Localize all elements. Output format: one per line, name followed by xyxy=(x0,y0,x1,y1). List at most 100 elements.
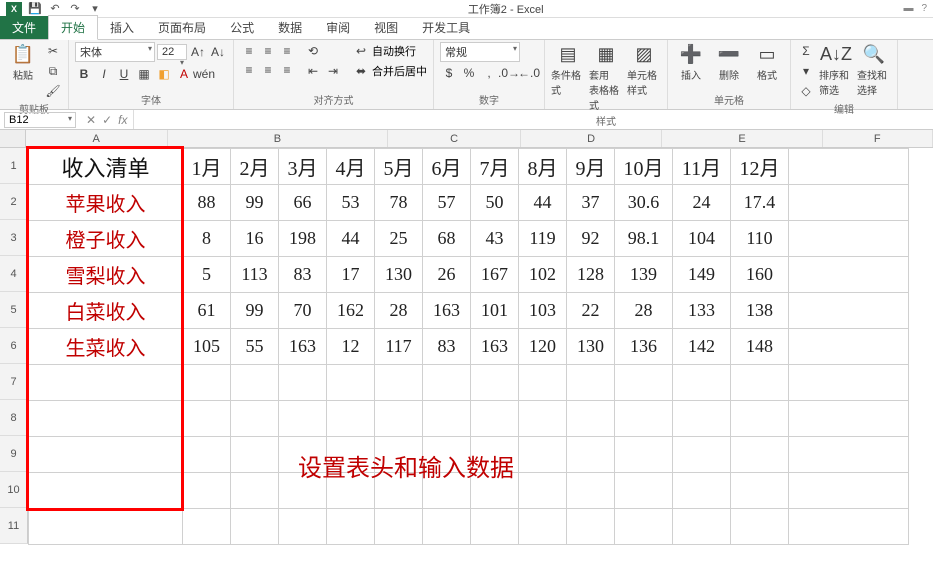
blank-cell[interactable] xyxy=(519,473,567,509)
blank-cell[interactable] xyxy=(231,473,279,509)
tab-formulas[interactable]: 公式 xyxy=(218,16,266,39)
data-cell[interactable]: 24 xyxy=(673,185,731,221)
data-cell[interactable]: 22 xyxy=(567,293,615,329)
data-cell[interactable]: 113 xyxy=(231,257,279,293)
row-header[interactable]: 10 xyxy=(0,472,28,508)
row-header[interactable]: 6 xyxy=(0,328,28,364)
col-header-B[interactable]: B xyxy=(168,130,389,147)
increase-font-icon[interactable]: A↑ xyxy=(189,43,207,61)
col-header-A[interactable]: A xyxy=(26,130,168,147)
blank-cell[interactable] xyxy=(731,509,789,545)
month-header[interactable]: 11月 xyxy=(673,149,731,185)
merge-center-icon[interactable]: ⬌ xyxy=(352,62,370,80)
help-icon[interactable]: ? xyxy=(921,3,927,14)
format-cells-button[interactable]: ▭格式 xyxy=(750,42,784,82)
data-cell[interactable]: 167 xyxy=(471,257,519,293)
align-middle-icon[interactable]: ≡ xyxy=(259,42,277,60)
month-header[interactable]: 9月 xyxy=(567,149,615,185)
data-cell[interactable]: 102 xyxy=(519,257,567,293)
tab-page-layout[interactable]: 页面布局 xyxy=(146,16,218,39)
data-cell[interactable]: 43 xyxy=(471,221,519,257)
delete-cells-button[interactable]: ➖删除 xyxy=(712,42,746,82)
row-header[interactable]: 11 xyxy=(0,508,28,544)
data-cell[interactable]: 163 xyxy=(423,293,471,329)
blank-cell[interactable] xyxy=(375,509,423,545)
align-center-icon[interactable]: ≡ xyxy=(259,61,277,79)
data-cell[interactable]: 12 xyxy=(327,329,375,365)
row-header[interactable]: 3 xyxy=(0,220,28,256)
data-cell[interactable]: 37 xyxy=(567,185,615,221)
blank-cell[interactable] xyxy=(423,365,471,401)
fx-icon[interactable]: fx xyxy=(118,113,127,127)
blank-cell[interactable] xyxy=(231,365,279,401)
month-header[interactable]: 12月 xyxy=(731,149,789,185)
month-header[interactable]: 2月 xyxy=(231,149,279,185)
sort-filter-button[interactable]: A↓Z排序和筛选 xyxy=(819,42,853,97)
data-cell[interactable]: 83 xyxy=(423,329,471,365)
data-cell[interactable]: 149 xyxy=(673,257,731,293)
blank-cell[interactable] xyxy=(789,293,909,329)
blank-cell[interactable] xyxy=(673,437,731,473)
table-title-cell[interactable]: 收入清单 xyxy=(29,149,183,185)
decrease-decimal-icon[interactable]: ←.0 xyxy=(520,64,538,82)
data-cell[interactable]: 163 xyxy=(471,329,519,365)
row-label-cell[interactable]: 橙子收入 xyxy=(29,221,183,257)
month-header[interactable]: 6月 xyxy=(423,149,471,185)
data-cell[interactable]: 148 xyxy=(731,329,789,365)
data-cell[interactable]: 28 xyxy=(615,293,673,329)
tab-review[interactable]: 审阅 xyxy=(314,16,362,39)
blank-cell[interactable] xyxy=(375,365,423,401)
blank-cell[interactable] xyxy=(29,437,183,473)
col-header-C[interactable]: C xyxy=(388,130,521,147)
data-cell[interactable]: 98.1 xyxy=(615,221,673,257)
increase-decimal-icon[interactable]: .0→ xyxy=(500,64,518,82)
underline-button[interactable]: U xyxy=(115,65,133,83)
month-header[interactable]: 5月 xyxy=(375,149,423,185)
blank-cell[interactable] xyxy=(567,509,615,545)
border-icon[interactable]: ▦ xyxy=(135,65,153,83)
undo-icon[interactable]: ↶ xyxy=(48,2,62,16)
data-cell[interactable]: 138 xyxy=(731,293,789,329)
blank-cell[interactable] xyxy=(615,437,673,473)
data-cell[interactable]: 142 xyxy=(673,329,731,365)
blank-cell[interactable] xyxy=(567,365,615,401)
data-cell[interactable]: 57 xyxy=(423,185,471,221)
data-cell[interactable]: 136 xyxy=(615,329,673,365)
data-cell[interactable]: 70 xyxy=(279,293,327,329)
blank-cell[interactable] xyxy=(567,437,615,473)
blank-cell[interactable] xyxy=(731,473,789,509)
formula-input[interactable] xyxy=(133,110,933,129)
decrease-font-icon[interactable]: A↓ xyxy=(209,43,227,61)
clear-icon[interactable]: ◇ xyxy=(797,82,815,100)
row-header[interactable]: 2 xyxy=(0,184,28,220)
percent-icon[interactable]: % xyxy=(460,64,478,82)
tab-data[interactable]: 数据 xyxy=(266,16,314,39)
data-cell[interactable]: 130 xyxy=(375,257,423,293)
blank-cell[interactable] xyxy=(789,257,909,293)
blank-cell[interactable] xyxy=(471,509,519,545)
fill-icon[interactable]: ▾ xyxy=(797,62,815,80)
col-header-E[interactable]: E xyxy=(662,130,822,147)
blank-cell[interactable] xyxy=(183,365,231,401)
phonetic-icon[interactable]: wén xyxy=(195,65,213,83)
data-cell[interactable]: 44 xyxy=(519,185,567,221)
bold-button[interactable]: B xyxy=(75,65,93,83)
data-cell[interactable]: 61 xyxy=(183,293,231,329)
month-header[interactable]: 10月 xyxy=(615,149,673,185)
blank-cell[interactable] xyxy=(673,401,731,437)
paste-button[interactable]: 📋 粘贴 xyxy=(6,42,40,82)
blank-cell[interactable] xyxy=(519,437,567,473)
align-right-icon[interactable]: ≡ xyxy=(278,61,296,79)
row-label-cell[interactable]: 白菜收入 xyxy=(29,293,183,329)
blank-cell[interactable] xyxy=(673,365,731,401)
blank-cell[interactable] xyxy=(519,365,567,401)
select-all-corner[interactable] xyxy=(0,130,26,147)
comma-icon[interactable]: , xyxy=(480,64,498,82)
blank-cell[interactable] xyxy=(29,401,183,437)
row-label-cell[interactable]: 生菜收入 xyxy=(29,329,183,365)
month-header[interactable]: 1月 xyxy=(183,149,231,185)
copy-icon[interactable]: ⧉ xyxy=(44,62,62,80)
data-cell[interactable]: 198 xyxy=(279,221,327,257)
data-cell[interactable]: 8 xyxy=(183,221,231,257)
blank-cell[interactable] xyxy=(279,509,327,545)
